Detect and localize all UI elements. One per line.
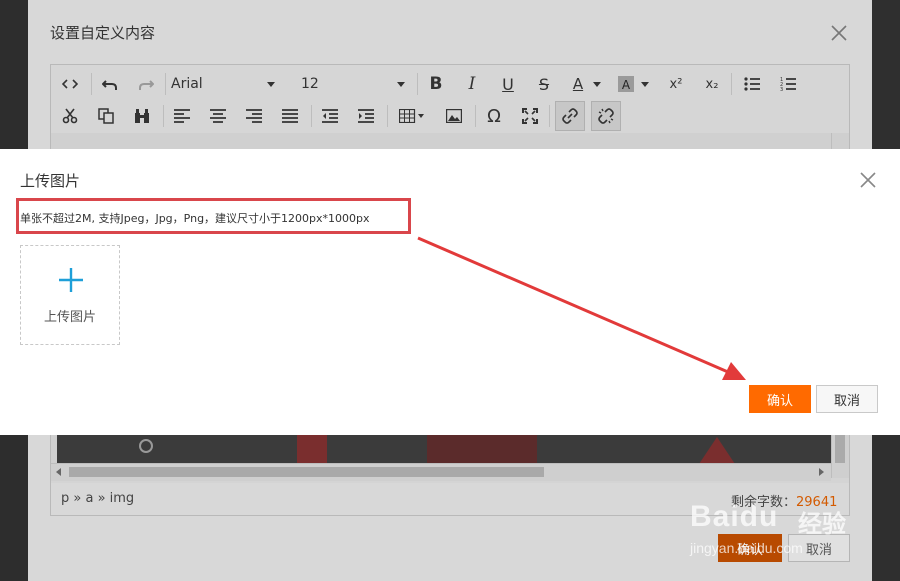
upload-hint: 单张不超过2M, 支持Jpeg，Jpg，Png，建议尺寸小于1200px*100… bbox=[20, 212, 370, 225]
dialog-title: 上传图片 bbox=[20, 172, 81, 190]
find-icon[interactable] bbox=[129, 103, 155, 129]
upload-image-tile[interactable]: 上传图片 bbox=[20, 245, 120, 345]
toolbar-divider bbox=[163, 105, 164, 127]
font-size-select[interactable]: 12 bbox=[301, 71, 411, 97]
toolbar-divider bbox=[417, 73, 418, 95]
chevron-down-icon bbox=[397, 82, 405, 87]
underline-icon[interactable]: U bbox=[495, 71, 521, 97]
copy-icon[interactable] bbox=[93, 103, 119, 129]
watermark-url: jingyan.baidu.com bbox=[690, 540, 803, 556]
chevron-down-icon[interactable] bbox=[591, 71, 603, 97]
fullscreen-icon[interactable] bbox=[517, 103, 543, 129]
close-icon[interactable] bbox=[857, 169, 879, 191]
align-center-icon[interactable] bbox=[205, 103, 231, 129]
link-icon[interactable] bbox=[555, 101, 585, 131]
cancel-button[interactable]: 取消 bbox=[816, 385, 878, 413]
toolbar-divider bbox=[91, 73, 92, 95]
justify-icon[interactable] bbox=[277, 103, 303, 129]
bold-icon[interactable]: B bbox=[423, 71, 449, 97]
bullet-list-icon[interactable] bbox=[739, 71, 765, 97]
font-size-value: 12 bbox=[301, 76, 319, 92]
scroll-right-icon[interactable] bbox=[819, 468, 824, 476]
italic-icon[interactable]: I bbox=[459, 71, 485, 97]
unlink-icon[interactable] bbox=[591, 101, 621, 131]
outdent-icon[interactable] bbox=[317, 103, 343, 129]
toolbar-divider bbox=[549, 105, 550, 127]
indent-icon[interactable] bbox=[353, 103, 379, 129]
confirm-button[interactable]: 确认 bbox=[749, 385, 811, 413]
toolbar-divider bbox=[387, 105, 388, 127]
strikethrough-icon[interactable]: S bbox=[531, 71, 557, 97]
toolbar-divider bbox=[731, 73, 732, 95]
font-family-select[interactable]: Arial bbox=[171, 71, 281, 97]
background-color-icon[interactable]: A bbox=[613, 71, 639, 97]
watermark-logo: Baidu 经验 jingyan.baidu.com bbox=[690, 500, 860, 570]
toolbar-divider bbox=[475, 105, 476, 127]
upload-image-dialog: 上传图片 单张不超过2M, 支持Jpeg，Jpg，Png，建议尺寸小于1200p… bbox=[0, 149, 900, 435]
image-shape bbox=[139, 439, 153, 453]
watermark-cn: 经验 bbox=[798, 510, 846, 538]
plus-icon bbox=[57, 266, 85, 294]
upload-tile-label: 上传图片 bbox=[43, 310, 96, 325]
undo-icon[interactable] bbox=[97, 71, 123, 97]
scrollbar-thumb[interactable] bbox=[835, 433, 845, 463]
superscript-icon[interactable]: x² bbox=[663, 71, 689, 97]
chevron-down-icon bbox=[267, 82, 275, 87]
special-char-icon[interactable]: Ω bbox=[481, 103, 507, 129]
editor-toolbar: Arial 12 B I U S A A x² x₂ 1 2 3 Ω bbox=[51, 65, 849, 134]
horizontal-scrollbar[interactable] bbox=[51, 463, 831, 481]
watermark-brand: Baidu bbox=[690, 500, 779, 533]
align-left-icon[interactable] bbox=[169, 103, 195, 129]
dialog-title: 设置自定义内容 bbox=[50, 24, 156, 42]
subscript-icon[interactable]: x₂ bbox=[699, 71, 725, 97]
numbered-list-icon[interactable]: 123 bbox=[775, 71, 801, 97]
source-code-icon[interactable] bbox=[57, 71, 83, 97]
scroll-left-icon[interactable] bbox=[56, 468, 61, 476]
close-icon[interactable] bbox=[828, 22, 850, 44]
toolbar-divider bbox=[165, 73, 166, 95]
element-path[interactable]: p » a » img bbox=[61, 491, 134, 506]
svg-text:A: A bbox=[622, 78, 631, 92]
scrollbar-thumb[interactable] bbox=[69, 467, 544, 477]
svg-text:3: 3 bbox=[780, 87, 783, 91]
align-right-icon[interactable] bbox=[241, 103, 267, 129]
redo-icon[interactable] bbox=[133, 71, 159, 97]
font-color-icon[interactable]: A bbox=[565, 71, 591, 97]
chevron-down-icon[interactable] bbox=[639, 71, 651, 97]
table-icon[interactable] bbox=[393, 103, 431, 129]
image-icon[interactable] bbox=[441, 103, 467, 129]
cut-icon[interactable] bbox=[57, 103, 83, 129]
toolbar-divider bbox=[311, 105, 312, 127]
font-family-value: Arial bbox=[171, 76, 203, 92]
